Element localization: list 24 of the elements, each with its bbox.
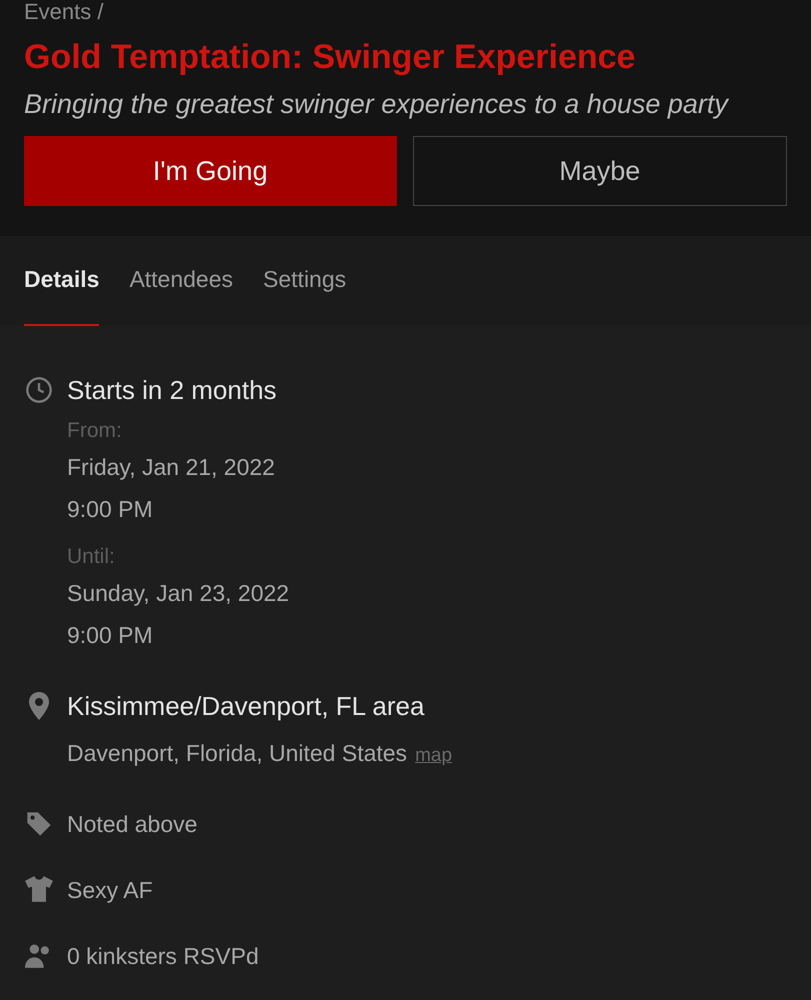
clock-icon [24, 376, 52, 404]
field-value: 9:00 PM [67, 622, 153, 648]
location-pin-icon [26, 692, 50, 720]
field-label: From: [67, 419, 122, 442]
rsvp-button[interactable]: I'm Going [24, 136, 396, 206]
tab[interactable]: Settings [263, 264, 346, 326]
detail-heading: Sexy AF [67, 876, 153, 905]
field-value: Davenport, Florida, United States [67, 740, 408, 766]
event-title: Gold Temptation: Swinger Experience [24, 38, 636, 76]
detail-heading: 0 kinksters RSVPd [67, 942, 259, 971]
tag-icon [24, 810, 52, 838]
field-value: Friday, Jan 21, 2022 [67, 454, 275, 480]
detail-heading: Starts in 2 months [67, 374, 278, 406]
detail-heading: Noted above [67, 810, 198, 839]
tab[interactable]: Details [24, 264, 100, 326]
shirt-icon [24, 876, 52, 902]
rsvp-button[interactable]: Maybe [412, 136, 787, 206]
field-value: Sunday, Jan 23, 2022 [67, 580, 290, 606]
event-subtitle: Bringing the greatest swinger experiences to a house party [24, 88, 730, 120]
detail-heading: Kissimmee/Davenport, FL area [67, 690, 426, 722]
tab[interactable]: Attendees [129, 264, 234, 326]
field-label: Until: [67, 545, 115, 568]
breadcrumb: Events / [24, 0, 104, 24]
field-value: 9:00 PM [67, 496, 153, 522]
